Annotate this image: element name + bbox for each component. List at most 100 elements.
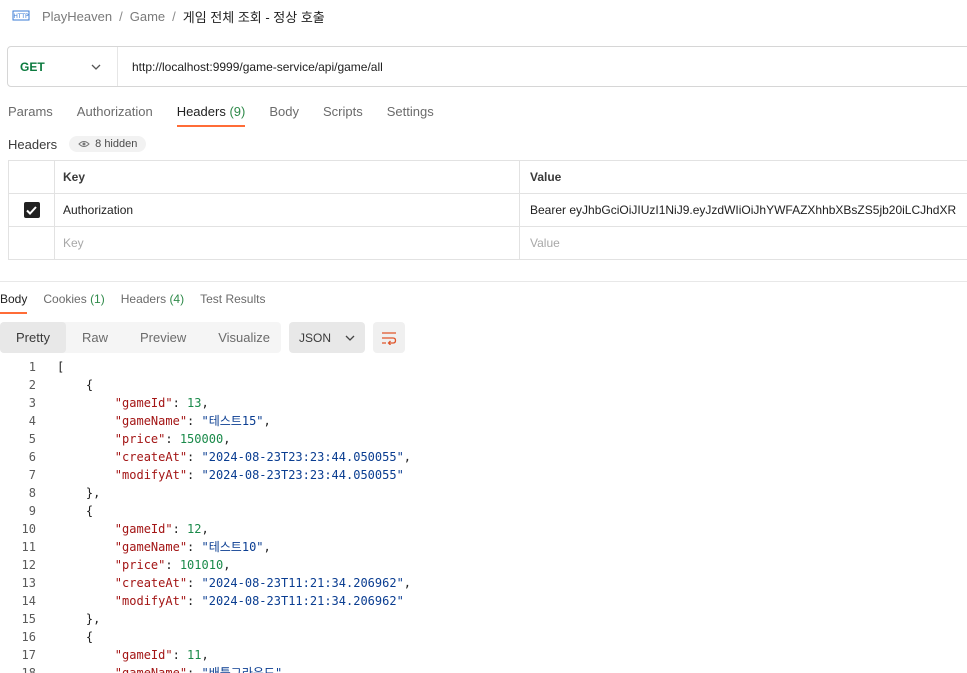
code-token: "2024-08-23T11:21:34.206962" [201, 594, 404, 608]
header-value-input[interactable]: Bearer eyJhbGciOiJIUzI1NiJ9.eyJzdWIiOiJh… [520, 194, 967, 226]
code-token: 11 [187, 648, 202, 662]
headers-table: Key Value Authorization Bearer eyJhbGciO… [8, 160, 967, 260]
http-icon: HTTP [12, 10, 30, 21]
code-line: 18 "gameName": "배틀그라운드" [0, 664, 967, 673]
view-pretty-button[interactable]: Pretty [0, 322, 66, 353]
code-token: : [187, 414, 202, 428]
format-select[interactable]: JSON [289, 322, 366, 353]
hidden-headers-toggle[interactable]: 8 hidden [69, 136, 147, 152]
line-number: 11 [21, 540, 36, 554]
tab-label: Authorization [76, 104, 153, 119]
tab-authorization[interactable]: Authorization [77, 100, 153, 127]
code-token: { [57, 504, 94, 518]
breadcrumb-separator: / [172, 8, 176, 24]
tab-count: (1) [90, 292, 105, 306]
code-token: "배틀그라운드" [201, 666, 283, 673]
code-line: 1[ [0, 358, 967, 376]
row-check-cell [9, 227, 55, 259]
column-header-value: Value [530, 170, 562, 184]
new-header-value-input[interactable]: Value [520, 227, 967, 259]
code-token: }, [57, 486, 101, 500]
code-text: "price": 101010, [57, 556, 231, 574]
code-token: "price" [114, 432, 166, 446]
new-header-key-input[interactable]: Key [55, 227, 520, 259]
tab-scripts[interactable]: Scripts [323, 100, 363, 127]
code-line: 11 "gameName": "테스트10", [0, 538, 967, 556]
code-token: : [172, 522, 188, 536]
code-text: "price": 150000, [57, 430, 231, 448]
code-token: : [165, 432, 180, 446]
tab-count: (4) [169, 292, 185, 306]
code-token: : [187, 540, 202, 554]
code-line: 8 }, [0, 484, 967, 502]
code-token: : [187, 468, 202, 482]
line-number: 9 [28, 504, 36, 518]
code-token: "createAt" [114, 450, 188, 464]
code-token: "2024-08-23T11:21:34.206962" [201, 576, 404, 590]
code-token: "createAt" [114, 576, 188, 590]
url-input[interactable]: http://localhost:9999/game-service/api/g… [118, 60, 383, 74]
tab-settings[interactable]: Settings [387, 100, 434, 127]
code-line: 6 "createAt": "2024-08-23T23:23:44.05005… [0, 448, 967, 466]
tab-count: (9) [229, 104, 246, 119]
breadcrumb-item-folder[interactable]: Game [130, 9, 165, 24]
breadcrumb-item-workspace[interactable]: PlayHeaven [42, 9, 112, 24]
view-raw-button[interactable]: Raw [66, 322, 124, 353]
code-token: { [57, 630, 94, 644]
tab-response-headers[interactable]: Headers (4) [121, 288, 184, 314]
tab-label: Cookies [43, 292, 87, 306]
wrap-lines-button[interactable] [373, 322, 406, 353]
header-key-input[interactable]: Authorization [55, 194, 520, 226]
code-text: "createAt": "2024-08-23T11:21:34.206962"… [57, 574, 411, 592]
code-text: "gameName": "테스트10", [57, 538, 271, 556]
request-title[interactable]: 게임 전체 조회 - 정상 호출 [183, 7, 325, 26]
code-token: "modifyAt" [114, 468, 188, 482]
view-preview-button[interactable]: Preview [124, 322, 202, 353]
view-visualize-button[interactable]: Visualize [202, 322, 286, 353]
response-tabs: Body Cookies (1) Headers (4) Test Result… [0, 288, 281, 314]
line-number: 18 [21, 666, 36, 673]
line-number: 14 [21, 594, 36, 608]
code-text: { [57, 628, 93, 646]
breadcrumb-separator: / [119, 8, 123, 24]
method-select[interactable]: GET [8, 47, 118, 86]
code-token: : [172, 648, 188, 662]
tab-params[interactable]: Params [8, 100, 53, 127]
code-text: "gameId": 11, [57, 646, 209, 664]
code-text: "gameId": 12, [57, 520, 209, 538]
eye-icon [78, 141, 90, 147]
tab-response-body[interactable]: Body [0, 288, 28, 314]
response-body-editor[interactable]: 1[2 {3 "gameId": 13, 4 "gameName": "테스트15… [0, 358, 967, 673]
code-text: "gameName": "테스트15", [57, 412, 271, 430]
chevron-down-icon [91, 64, 101, 70]
line-number: 3 [28, 396, 36, 410]
tab-label: Body [269, 104, 299, 119]
code-token: "gameId" [114, 522, 173, 536]
tab-body[interactable]: Body [269, 100, 299, 127]
pane-divider[interactable] [0, 281, 967, 282]
check-icon [26, 205, 37, 215]
tab-label: Scripts [322, 104, 363, 119]
code-token: 13 [187, 396, 202, 410]
header-check-column [9, 161, 55, 193]
line-number: 6 [28, 450, 36, 464]
tab-response-cookies[interactable]: Cookies (1) [43, 288, 104, 314]
code-token: "테스트15" [201, 414, 264, 428]
tab-test-results[interactable]: Test Results [200, 288, 265, 314]
view-mode-group: Pretty Raw Preview Visualize [0, 322, 281, 353]
tab-label: Headers [176, 104, 226, 119]
headers-label: Headers [8, 136, 58, 152]
code-token: "2024-08-23T23:23:44.050055" [201, 468, 404, 482]
code-token: 101010 [179, 558, 224, 572]
code-token: , [263, 414, 271, 428]
header-enabled-checkbox[interactable] [23, 202, 40, 218]
code-token: "modifyAt" [114, 594, 188, 608]
line-number: 13 [21, 576, 36, 590]
code-token: "gameName" [114, 540, 188, 554]
code-token: , [223, 432, 231, 446]
tab-headers[interactable]: Headers (9) [176, 100, 246, 127]
svg-text:HTTP: HTTP [13, 13, 29, 20]
code-token: "2024-08-23T23:23:44.050055" [201, 450, 404, 464]
